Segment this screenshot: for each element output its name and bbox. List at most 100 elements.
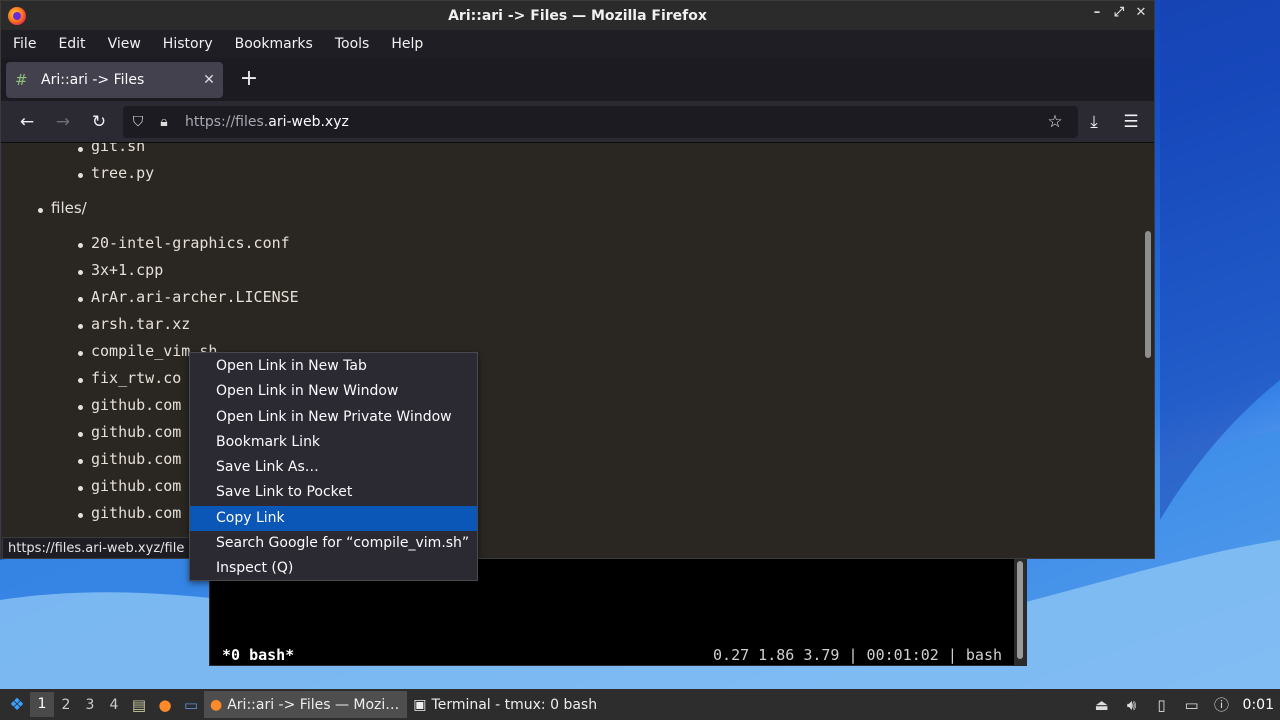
bullet-icon [78,147,83,152]
tmux-window-label: *0 bash* [222,646,295,664]
eject-icon[interactable]: ⏏ [1091,696,1113,714]
tab-files[interactable]: # Ari::ari -> Files ✕ [6,62,223,98]
link-context-menu: Open Link in New Tab Open Link in New Wi… [189,352,478,581]
firefox-logo-icon [8,7,26,25]
file-link[interactable]: github.com [91,423,181,441]
clipboard-icon[interactable]: ▯ [1151,696,1173,714]
bullet-icon [78,173,83,178]
page-scrollbar-thumb[interactable] [1145,231,1151,358]
tab-bar: # Ari::ari -> Files ✕ + [1,58,1154,101]
terminal-scrollbar[interactable] [1014,557,1026,665]
file-manager-icon[interactable]: ▤ [126,694,152,716]
firefox-launcher-icon[interactable]: ● [152,694,178,716]
terminal-scrollbar-thumb[interactable] [1017,561,1023,659]
clock[interactable]: 0:01 [1243,697,1274,713]
file-link[interactable]: 20-intel-graphics.conf [91,234,290,252]
menu-bar: File Edit View History Bookmarks Tools H… [1,30,1154,58]
task-terminal-label: Terminal - tmux: 0 bash [431,696,598,713]
task-terminal[interactable]: ▣ Terminal - tmux: 0 bash [407,691,605,718]
bullet-icon [78,513,83,518]
ctx-save-link-as[interactable]: Save Link As… [190,455,477,480]
file-link[interactable]: ArAr.ari-archer.LICENSE [91,288,299,306]
bullet-icon [78,378,83,383]
url-text[interactable]: https://files.ari-web.xyz [185,114,349,130]
network-icon[interactable]: ▭ [1181,696,1203,714]
bullet-icon [78,351,83,356]
page-scrollbar[interactable] [1142,143,1154,558]
menu-bookmarks[interactable]: Bookmarks [235,36,324,52]
ctx-copy-link[interactable]: Copy Link [190,505,477,532]
bullet-icon [78,459,83,464]
menu-history[interactable]: History [163,36,224,52]
task-firefox[interactable]: ● Ari::ari -> Files — Mozi… [204,691,408,718]
file-link[interactable]: github.com [91,504,181,522]
ctx-search-google[interactable]: Search Google for “compile_vim.sh” [190,531,477,556]
tmux-status-bar: *0 bash* 0.27 1.86 3.79 | 00:01:02 | bas… [222,646,1002,664]
bullet-icon [78,432,83,437]
hash-favicon-icon: # [15,71,28,89]
terminal-icon: ▣ [413,696,427,713]
reload-icon[interactable]: ↻ [87,110,111,134]
taskbar: ❖ 1 2 3 4 ▤ ● ▭ ● Ari::ari -> Files — Mo… [0,689,1280,720]
close-window-button[interactable]: ✕ [1134,5,1148,20]
link-status-panel: https://files.ari-web.xyz/file [2,537,192,559]
ctx-save-to-pocket[interactable]: Save Link to Pocket [190,480,477,505]
file-link[interactable]: github.com [91,396,181,414]
bookmark-star-icon[interactable]: ☆ [1043,110,1067,134]
system-tray: ⏏ 🔊︎ ▯ ▭ ⓘ 0:01 [1091,689,1280,720]
firefox-window: Ari::ari -> Files — Mozilla Firefox – ⤢ … [0,0,1155,559]
updates-icon[interactable]: ⓘ [1211,694,1233,715]
menu-edit[interactable]: Edit [58,36,96,52]
ctx-open-new-window[interactable]: Open Link in New Window [190,379,477,404]
back-icon[interactable]: ← [15,110,39,134]
firefox-icon: ● [210,696,223,713]
new-tab-button[interactable]: + [237,66,261,92]
file-link[interactable]: arsh.tar.xz [91,315,190,333]
file-link[interactable]: tree.py [91,164,154,182]
tab-close-icon[interactable]: ✕ [199,72,219,88]
title-bar: Ari::ari -> Files — Mozilla Firefox – ⤢ … [1,1,1154,30]
maximize-button[interactable]: ⤢ [1112,5,1126,20]
desktop-icon[interactable]: ▭ [178,694,204,716]
url-domain: ari-web.xyz [268,114,349,130]
minimize-button[interactable]: – [1090,5,1104,20]
app-menu-launcher-icon[interactable]: ❖ [4,694,30,716]
downloads-icon[interactable]: ⤓ [1082,110,1106,134]
workspace-2[interactable]: 2 [54,697,78,713]
tmux-status-right: 0.27 1.86 3.79 | 00:01:02 | bash [713,646,1002,664]
directory-label: files/ [51,199,87,217]
bullet-icon [78,405,83,410]
ctx-inspect[interactable]: Inspect (Q) [190,556,477,581]
bullet-icon [78,486,83,491]
url-bar[interactable]: ⛉ 🔒︎ https://files.ari-web.xyz [123,106,1078,138]
task-firefox-label: Ari::ari -> Files — Mozi… [227,696,400,713]
bullet-icon [78,324,83,329]
app-menu-icon[interactable]: ☰ [1119,110,1143,134]
file-link[interactable]: github.com [91,450,181,468]
page-content: git.sh tree.py files/ 20-intel-graphics.… [2,143,1154,558]
file-link[interactable]: git.sh [91,143,145,155]
ctx-open-new-tab[interactable]: Open Link in New Tab [190,354,477,379]
shield-icon[interactable]: ⛉ [127,114,149,130]
workspace-4[interactable]: 4 [102,697,126,713]
menu-help[interactable]: Help [391,36,434,52]
window-controls: – ⤢ ✕ [1090,5,1148,20]
file-link[interactable]: 3x+1.cpp [91,261,163,279]
file-link[interactable]: fix_rtw.co [91,369,181,387]
menu-file[interactable]: File [13,36,47,52]
ctx-bookmark-link[interactable]: Bookmark Link [190,430,477,455]
lock-icon[interactable]: 🔒︎ [153,114,175,130]
ctx-open-private-window[interactable]: Open Link in New Private Window [190,405,477,430]
menu-view[interactable]: View [108,36,152,52]
workspace-1[interactable]: 1 [30,692,54,717]
navigation-toolbar: ← → ↻ ⛉ 🔒︎ https://files.ari-web.xyz ☆ ⤓… [1,101,1154,143]
menu-tools[interactable]: Tools [335,36,381,52]
workspace-3[interactable]: 3 [78,697,102,713]
forward-icon[interactable]: → [51,110,75,134]
tab-title: Ari::ari -> Files [41,72,145,88]
bullet-icon [78,243,83,248]
bullet-icon [78,270,83,275]
volume-icon[interactable]: 🔊︎ [1121,696,1143,714]
file-link[interactable]: github.com [91,477,181,495]
bullet-icon [78,297,83,302]
